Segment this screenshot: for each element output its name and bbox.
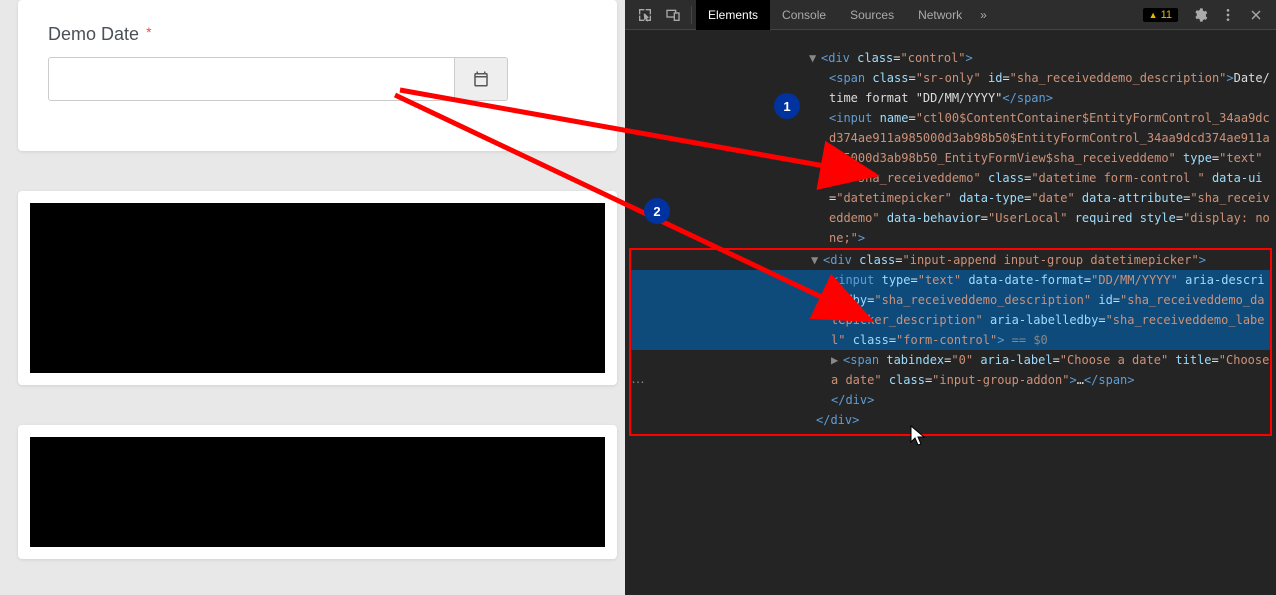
devtools-panel: Elements Console Sources Network » 11 ▼<… [625,0,1276,595]
date-input-group [48,57,508,101]
label-text: Demo Date [48,24,139,44]
toolbar-divider [691,6,692,24]
tab-console[interactable]: Console [770,0,838,30]
mouse-cursor-icon [910,425,926,447]
dom-node[interactable]: <input name="ctl00$ContentContainer$Enti… [629,108,1272,248]
dom-node[interactable]: ▼<div class="control"> [629,48,1272,68]
inspect-icon[interactable] [637,7,653,23]
dom-node-close[interactable]: </div> [631,410,1270,430]
collapse-ellipsis: … [625,370,651,388]
elements-dom-tree[interactable]: ▼<div class="control"> <span class="sr-o… [625,30,1276,595]
tab-elements[interactable]: Elements [696,0,770,30]
redacted-block [30,203,605,373]
dom-node-selected[interactable]: <input type="text" data-date-format="DD/… [631,270,1270,350]
warnings-badge[interactable]: 11 [1143,8,1178,22]
annotation-badge-1: 1 [774,93,800,119]
dom-node[interactable]: ▶<span tabindex="0" aria-label="Choose a… [631,350,1270,390]
close-icon[interactable] [1248,7,1264,23]
annotation-badge-2: 2 [644,198,670,224]
tab-network[interactable]: Network [906,0,974,30]
redacted-block [30,437,605,547]
device-toggle-icon[interactable] [665,7,681,23]
gear-icon[interactable] [1192,7,1208,23]
required-star: * [146,24,151,40]
dom-node[interactable]: ▼<div class="input-append input-group da… [631,250,1270,270]
tab-sources[interactable]: Sources [838,0,906,30]
tabs-overflow[interactable]: » [974,0,993,30]
demo-date-input[interactable] [48,57,454,101]
dom-node[interactable]: <span class="sr-only" id="sha_receivedde… [629,68,1272,108]
dom-node-close[interactable]: </div> [631,390,1270,410]
calendar-icon [472,70,490,88]
form-card: Demo Date * [18,0,617,151]
page-preview-pane: Demo Date * [0,0,625,595]
highlighted-region: ▼<div class="input-append input-group da… [629,248,1272,436]
kebab-icon[interactable] [1220,7,1236,23]
date-picker-button[interactable] [454,57,508,101]
devtools-toolbar: Elements Console Sources Network » 11 [625,0,1276,30]
selected-marker: == $0 [1004,333,1047,347]
redacted-card-1 [18,191,617,385]
demo-date-label: Demo Date * [48,24,587,45]
redacted-card-2 [18,425,617,559]
